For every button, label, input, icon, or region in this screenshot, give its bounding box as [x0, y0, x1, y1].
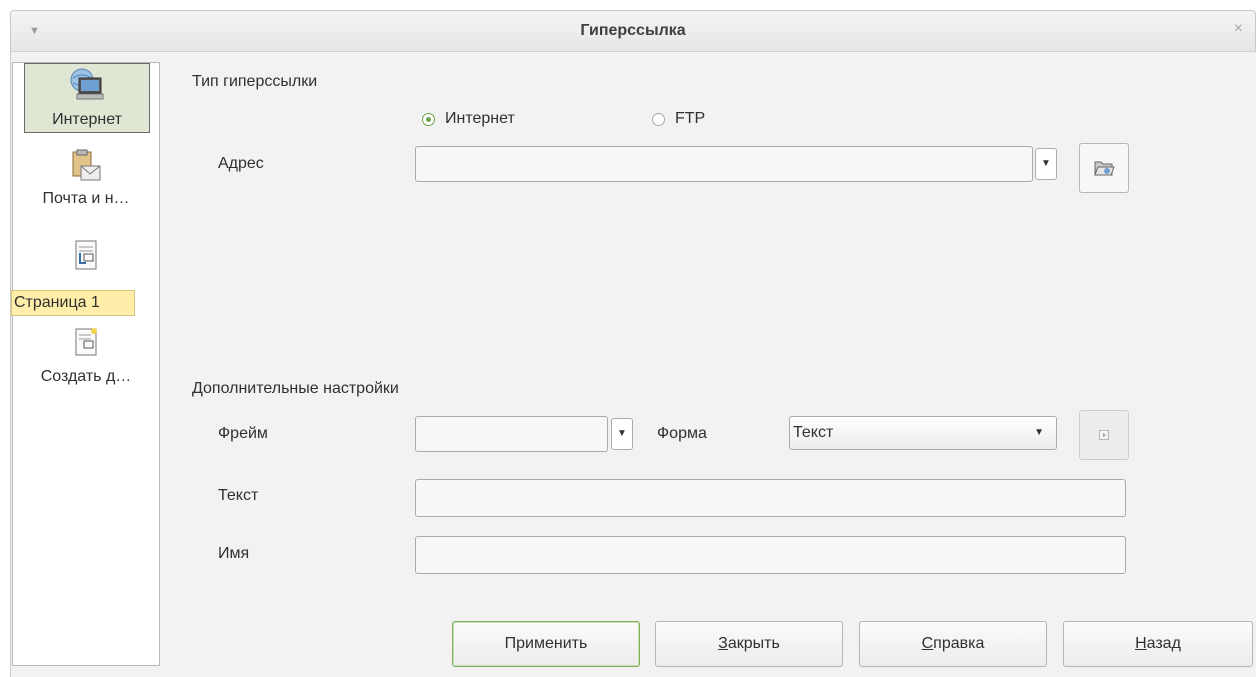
mnemonic: Н: [1135, 635, 1147, 652]
title-bar: ▼ Гиперссылка ×: [10, 10, 1256, 52]
sidebar-item-mail[interactable]: Почта и н…: [13, 149, 159, 208]
radio-indicator: [422, 112, 435, 126]
text-label: Текст: [218, 487, 259, 504]
radio-internet[interactable]: Интернет: [422, 110, 515, 128]
back-button[interactable]: Назад: [1063, 621, 1253, 667]
sidebar-item-document[interactable]: [13, 239, 159, 278]
close-icon[interactable]: ×: [1234, 20, 1243, 38]
frame-dropdown-button[interactable]: ▼: [611, 418, 633, 450]
button-label: правка: [933, 635, 985, 652]
help-button[interactable]: Справка: [859, 621, 1047, 667]
chevron-down-icon: ▼: [1041, 158, 1051, 169]
form-events-button[interactable]: [1079, 410, 1129, 460]
document-target-icon: [75, 240, 97, 270]
name-label: Имя: [218, 545, 250, 562]
address-label: Адрес: [218, 155, 264, 172]
frame-label: Фрейм: [218, 425, 268, 442]
sidebar-item-label: Почта и н…: [42, 190, 130, 207]
address-input[interactable]: [415, 146, 1033, 182]
new-document-icon: [75, 328, 97, 356]
window-title: Гиперссылка: [580, 22, 686, 39]
radio-indicator: [652, 112, 665, 126]
form-select-value: Текст: [793, 424, 834, 441]
play-icon: [1099, 430, 1109, 440]
close-button[interactable]: Закрыть: [655, 621, 843, 667]
extra-settings-heading: Дополнительные настройки: [192, 380, 399, 397]
button-label: акрыть: [727, 635, 780, 652]
chevron-down-icon: ▼: [617, 428, 627, 439]
form-select[interactable]: Текст ▼: [789, 416, 1057, 450]
radio-label: FTP: [675, 110, 706, 127]
sidebar-item-new-document[interactable]: Создать д…: [13, 327, 159, 386]
sidebar-item-label: Создать д…: [40, 368, 132, 385]
button-label: азад: [1146, 635, 1181, 652]
chevron-down-icon: ▼: [1034, 427, 1044, 438]
open-file-button[interactable]: [1079, 143, 1129, 193]
radio-label: Интернет: [445, 110, 515, 127]
apply-button[interactable]: Применить: [452, 621, 640, 667]
globe-computer-icon: [70, 68, 104, 100]
text-input[interactable]: [415, 479, 1126, 517]
mnemonic: С: [921, 635, 934, 652]
category-sidebar: Интернет Почта и н… Создать д…: [12, 62, 160, 666]
sidebar-item-label: Интернет: [52, 111, 122, 128]
radio-ftp[interactable]: FTP: [652, 110, 705, 128]
address-dropdown-button[interactable]: ▼: [1035, 148, 1057, 180]
folder-open-icon: [1094, 161, 1115, 176]
mail-clipboard-icon: [72, 149, 101, 181]
tooltip: Страница 1: [11, 290, 135, 316]
hyperlink-type-heading: Тип гиперссылки: [192, 73, 318, 90]
sidebar-item-internet[interactable]: Интернет: [24, 63, 150, 133]
mnemonic: З: [718, 635, 728, 652]
name-input[interactable]: [415, 536, 1126, 574]
frame-input[interactable]: [415, 416, 608, 452]
form-label: Форма: [657, 425, 707, 442]
